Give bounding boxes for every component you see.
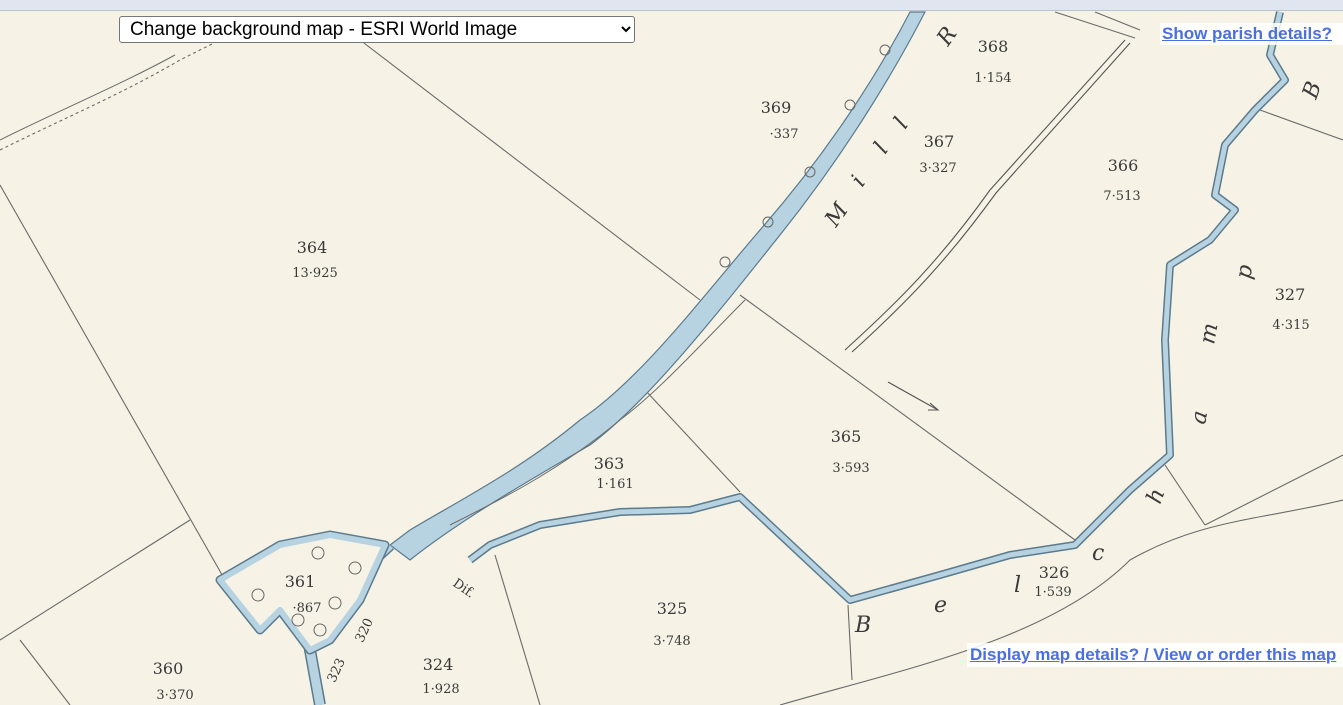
parcel-number: 325 bbox=[657, 599, 688, 618]
parcel-area: 7·513 bbox=[1103, 189, 1140, 204]
parcel-area: 1·161 bbox=[596, 477, 633, 492]
historic-map[interactable]: 368 1·154 369 ·337 367 3·327 366 7·513 3… bbox=[0, 11, 1343, 705]
feature-letter: M bbox=[820, 198, 854, 232]
parcel-number: 368 bbox=[978, 37, 1009, 56]
feature-letter: c bbox=[1092, 541, 1104, 566]
parcel-number: 367 bbox=[924, 132, 955, 151]
feature-letter: p bbox=[1231, 263, 1258, 281]
feature-letter: m bbox=[1195, 321, 1223, 346]
feature-letter: B bbox=[854, 613, 871, 638]
flow-arrow bbox=[887, 381, 940, 411]
feature-letter: h bbox=[1142, 485, 1170, 507]
parcel-area: 3·370 bbox=[156, 688, 193, 703]
background-map-select[interactable]: Change background map - ESRI World Image bbox=[119, 16, 635, 43]
parcel-area: 1·539 bbox=[1034, 585, 1071, 600]
parcel-number: 320 bbox=[353, 616, 377, 645]
parcel-number: 365 bbox=[831, 427, 862, 446]
parcel-number: 323 bbox=[325, 656, 349, 685]
feature-letter: l bbox=[869, 138, 894, 158]
parcel-number: 364 bbox=[297, 238, 328, 257]
feature-letter: B bbox=[1298, 78, 1327, 103]
parcel-area: 3·593 bbox=[832, 461, 869, 476]
parcel-area: 13·925 bbox=[292, 266, 338, 281]
parcel-area: ·867 bbox=[293, 601, 322, 616]
parcel-number: 324 bbox=[423, 655, 454, 674]
feature-letter: l bbox=[1014, 573, 1021, 598]
parcel-number: 327 bbox=[1275, 285, 1306, 304]
feature-letter: i bbox=[846, 171, 871, 191]
parcel-area: ·337 bbox=[770, 127, 799, 142]
display-map-details-link[interactable]: Display map details? / View or order thi… bbox=[967, 643, 1343, 667]
show-parish-details-link[interactable]: Show parish details? bbox=[1160, 23, 1343, 45]
parcel-number: 366 bbox=[1108, 156, 1139, 175]
hedge-lines bbox=[844, 39, 1131, 353]
mill-race bbox=[389, 11, 926, 561]
feature-letter: l bbox=[889, 113, 914, 133]
map-canvas: 368 1·154 369 ·337 367 3·327 366 7·513 3… bbox=[0, 11, 1343, 705]
parcel-area: 4·315 bbox=[1272, 318, 1309, 333]
parcel-area: 3·748 bbox=[653, 634, 690, 649]
stream bbox=[467, 11, 1289, 604]
feature-letter: e bbox=[934, 593, 947, 618]
feature-letter: R bbox=[932, 23, 963, 52]
browser-top-strip bbox=[0, 0, 1343, 11]
parcel-number: 360 bbox=[153, 659, 184, 678]
parcel-number: 326 bbox=[1039, 563, 1070, 582]
parcel-area: 3·327 bbox=[919, 161, 956, 176]
parcel-number: 369 bbox=[761, 98, 792, 117]
parcel-number: 363 bbox=[594, 454, 625, 473]
parcel-number: 361 bbox=[285, 572, 316, 591]
feature-letter: a bbox=[1186, 409, 1213, 426]
feature-label: Dif. bbox=[450, 576, 477, 602]
parcel-area: 1·928 bbox=[422, 682, 459, 697]
parcel-area: 1·154 bbox=[974, 71, 1011, 86]
